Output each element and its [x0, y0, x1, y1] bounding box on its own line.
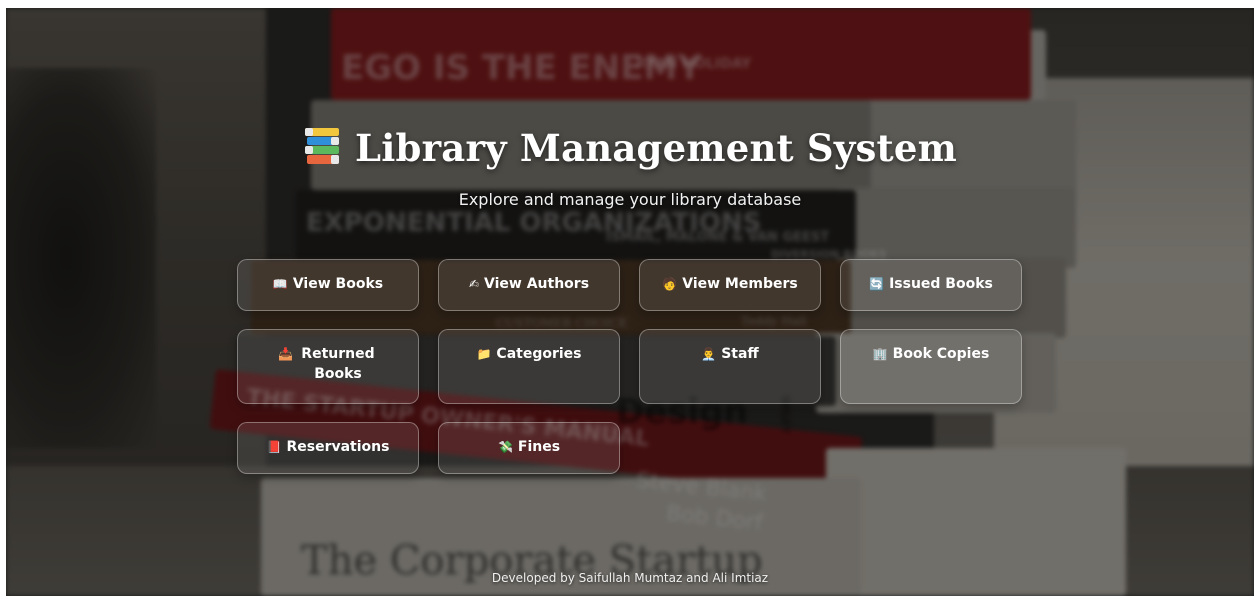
open-book-icon: 📖	[272, 277, 288, 291]
building-icon: 🏢	[872, 347, 888, 361]
reservations-label: Reservations	[286, 439, 390, 455]
book-copies-button[interactable]: 🏢 Book Copies	[840, 329, 1022, 404]
page-title-text: Library Management System	[355, 126, 957, 170]
book-copies-label: Book Copies	[892, 346, 990, 362]
page-subtitle: Explore and manage your library database	[458, 190, 802, 209]
staff-label: Staff	[721, 346, 759, 362]
folder-icon: 📁	[476, 347, 492, 361]
reservations-button[interactable]: 📕 Reservations	[237, 422, 419, 474]
nav-card-grid: 📖 View Books ✍ View Authors 🧑 View Membe…	[237, 259, 1022, 474]
categories-label: Categories	[496, 346, 582, 362]
view-books-button[interactable]: 📖 View Books	[237, 259, 419, 311]
office-worker-icon: 👨‍💼	[701, 347, 717, 361]
view-authors-label: View Authors	[484, 276, 590, 292]
stacked-books-icon	[305, 128, 340, 164]
fines-label: Fines	[517, 439, 561, 455]
categories-button[interactable]: 📁 Categories	[438, 329, 620, 404]
fines-button[interactable]: 💸 Fines	[438, 422, 620, 474]
view-books-label: View Books	[292, 276, 384, 292]
footer-credits: Developed by Saifullah Mumtaz and Ali Im…	[491, 571, 769, 585]
returned-books-button[interactable]: 📥 Returned Books	[237, 329, 419, 404]
issued-books-label: Issued Books	[889, 276, 993, 292]
staff-button[interactable]: 👨‍💼 Staff	[639, 329, 821, 404]
page-viewport: EGO IS THE ENEMY RYAN HOLIDAY EXPONENTIA…	[6, 8, 1254, 596]
red-book-icon: 📕	[266, 440, 282, 454]
view-authors-button[interactable]: ✍ View Authors	[438, 259, 620, 311]
view-members-label: View Members	[682, 276, 798, 292]
issued-books-button[interactable]: 🔄 Issued Books	[840, 259, 1022, 311]
main-content: Library Management System Explore and ma…	[6, 8, 1254, 596]
inbox-tray-icon: 📥	[278, 347, 293, 361]
returned-books-label: Returned Books	[301, 346, 375, 382]
money-wings-icon: 💸	[497, 440, 513, 454]
page-title: Library Management System	[6, 126, 1254, 170]
writing-hand-icon: ✍	[468, 277, 480, 291]
view-members-button[interactable]: 🧑 View Members	[639, 259, 821, 311]
person-icon: 🧑	[662, 277, 678, 291]
arrows-cycle-icon: 🔄	[869, 277, 885, 291]
